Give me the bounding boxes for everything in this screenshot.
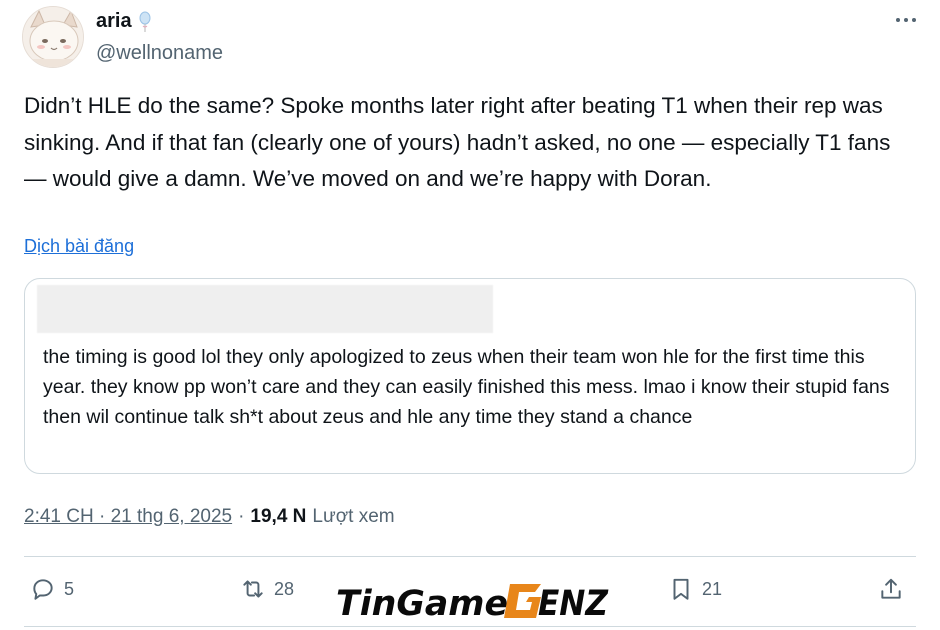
svg-text:ENZ: ENZ (538, 584, 609, 624)
bookmark-icon (673, 578, 689, 600)
reply-button[interactable]: 5 (30, 576, 74, 602)
tweet-text: Didn’t HLE do the same? Spoke months lat… (24, 93, 891, 191)
views-label: Lượt xem (312, 506, 395, 527)
svg-text:TinGame: TinGame (336, 584, 508, 624)
bookmark-count: 21 (702, 578, 723, 599)
translate-post-link[interactable]: Dịch bài đăng (24, 236, 134, 257)
author-name-row: aria (96, 10, 154, 33)
balloon-icon (139, 11, 151, 32)
tweet-meta: 2:41 CH · 21 thg 6, 2025 · 19,4 N Lượt x… (24, 506, 395, 528)
repost-icon (243, 580, 263, 598)
quoted-tweet-header-redacted (37, 285, 493, 333)
author-handle[interactable]: @wellnoname (96, 42, 223, 65)
tweet-timestamp[interactable]: 2:41 CH · 21 thg 6, 2025 (24, 506, 232, 528)
avatar[interactable] (22, 6, 84, 68)
avatar-cat-icon (23, 7, 83, 67)
repost-count: 28 (274, 578, 295, 599)
reply-icon (33, 579, 53, 600)
share-button[interactable] (878, 576, 904, 602)
bookmark-button[interactable]: 21 (668, 576, 722, 602)
reply-count: 5 (64, 578, 75, 599)
share-icon (881, 578, 901, 599)
views-count: 19,4 N (250, 506, 307, 527)
quoted-tweet-text: the timing is good lol they only apologi… (43, 346, 890, 428)
meta-separator: · (238, 506, 245, 527)
divider-bottom (24, 626, 916, 627)
more-options-icon[interactable] (894, 10, 918, 30)
tweet-header: aria @wellnoname (22, 6, 922, 70)
display-name[interactable]: aria (96, 10, 132, 33)
quoted-tweet[interactable]: the timing is good lol they only apologi… (24, 278, 916, 474)
divider-top (24, 556, 916, 557)
repost-button[interactable]: 28 (240, 576, 294, 602)
tingamegenz-watermark-logo: TinGame ENZ (334, 578, 610, 624)
